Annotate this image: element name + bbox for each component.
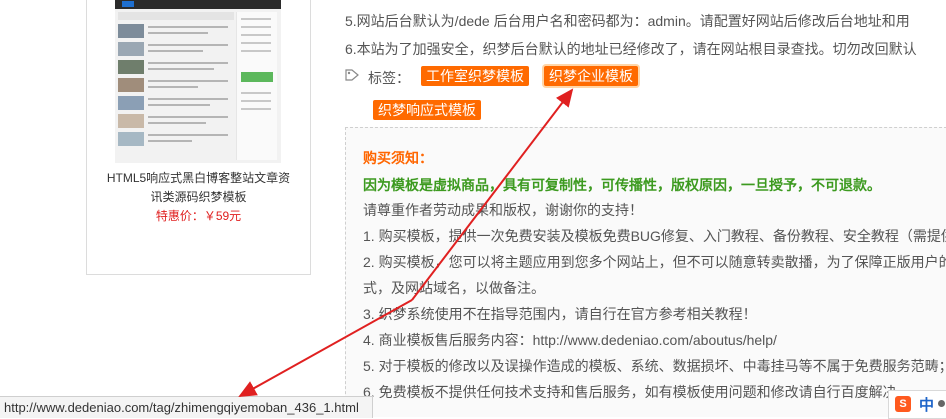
install-note-6: 6.本站为了加强安全，织梦后台默认的地址已经修改了，请在网站根目录查找。切勿改回…: [345, 41, 917, 57]
tags-label: 标签：: [368, 70, 410, 86]
status-url: http://www.dedeniao.com/tag/zhimengqiyem…: [4, 400, 359, 415]
notice-item-2-cont: 式，及网站域名，以做备注。: [363, 280, 545, 296]
ime-logo-icon: S: [895, 396, 911, 412]
tag-dede-responsive-template[interactable]: 织梦响应式模板: [373, 100, 481, 120]
article-content: 5.网站后台默认为/dede 后台用户名和密码都为：admin。请配置好网站后修…: [345, 0, 946, 417]
install-note-5: 5.网站后台默认为/dede 后台用户名和密码都为：admin。请配置好网站后修…: [345, 13, 910, 29]
product-title-line2[interactable]: 讯类源码织梦模板: [97, 188, 300, 207]
notice-item-3: 3. 织梦系统使用不在指导范围内，请自行在官方参考相关教程！: [363, 306, 757, 322]
browser-status-bar: http://www.dedeniao.com/tag/zhimengqiyem…: [0, 396, 373, 418]
product-thumbnail[interactable]: [115, 0, 281, 163]
ime-mode-dot-icon: [938, 400, 945, 407]
product-title-line1[interactable]: HTML5响应式黑白博客整站文章资: [97, 169, 300, 188]
ime-indicator[interactable]: S 中: [888, 390, 946, 419]
tag-studio-dede-template[interactable]: 工作室织梦模板: [421, 66, 529, 86]
notice-item-1: 1. 购买模板，提供一次免费安装及模板免费BUG修复、入门教程、备份教程、安全教…: [363, 228, 946, 244]
notice-item-4: 4. 商业模板售后服务内容：http://www.dedeniao.com/ab…: [363, 332, 777, 348]
tag-icon: [345, 69, 359, 81]
notice-item-2: 2. 购买模板，您可以将主题应用到您多个网站上，但不可以随意转卖散播，为了保障正…: [363, 254, 946, 270]
ime-language[interactable]: 中: [919, 394, 934, 415]
product-price: 特惠价：￥59元: [155, 209, 242, 223]
product-title[interactable]: HTML5响应式黑白博客整站文章资 讯类源码织梦模板: [97, 169, 300, 207]
tag-dede-enterprise-template[interactable]: 织梦企业模板: [544, 66, 638, 86]
purchase-notice: 购买须知： 因为模板是虚拟商品，具有可复制性，可传播性，版权原因，一旦授予，不可…: [345, 127, 946, 417]
notice-warning: 因为模板是虚拟商品，具有可复制性，可传播性，版权原因，一旦授予，不可退款。: [363, 177, 881, 193]
notice-respect: 请尊重作者劳动成果和版权，谢谢你的支持！: [363, 202, 643, 218]
notice-item-6: 6. 免费模板不提供任何技术支持和售后服务，如有模板使用问题和修改请自行百度解决: [363, 384, 897, 400]
product-card[interactable]: HTML5响应式黑白博客整站文章资 讯类源码织梦模板 特惠价：￥59元: [86, 0, 311, 275]
notice-item-5: 5. 对于模板的修改以及误操作造成的模板、系统、数据损坏、中毒挂马等不属于免费服…: [363, 358, 946, 374]
notice-title: 购买须知：: [363, 150, 433, 166]
